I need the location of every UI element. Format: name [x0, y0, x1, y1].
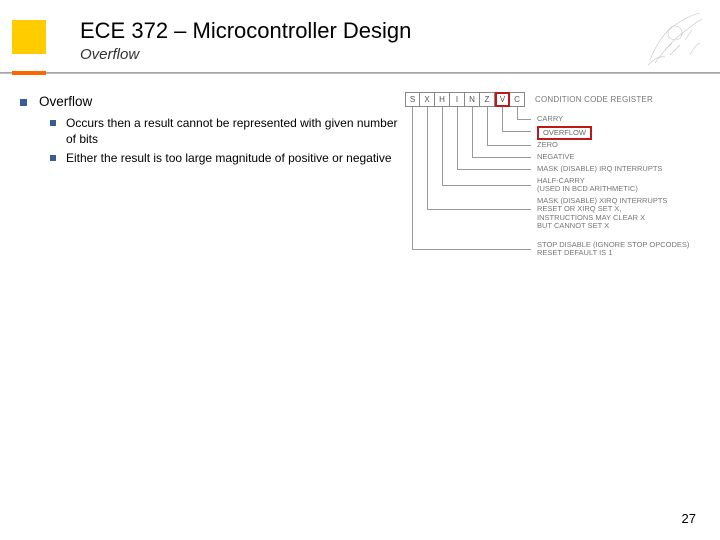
flag-label: CARRY [537, 115, 563, 123]
flag-label: HALF-CARRY (USED IN BCD ARITHMETIC) [537, 177, 638, 194]
accent-square [12, 20, 46, 54]
register-label: CONDITION CODE REGISTER [535, 95, 653, 104]
flag-label: MASK (DISABLE) XIRQ INTERRUPTS RESET OR … [537, 197, 667, 230]
bit-cell: X [420, 92, 435, 107]
bit-cell: C [510, 92, 525, 107]
corner-illustration [640, 5, 710, 73]
slide-title: ECE 372 – Microcontroller Design [80, 18, 720, 44]
flag-label: ZERO [537, 141, 558, 149]
bullet-text: Occurs then a result cannot be represent… [66, 115, 400, 147]
flag-label: STOP DISABLE (IGNORE STOP OPCODES) RESET… [537, 241, 689, 258]
bit-cell: S [405, 92, 420, 107]
list-item: Either the result is too large magnitude… [50, 150, 400, 166]
flag-label: NEGATIVE [537, 153, 574, 161]
divider [0, 72, 720, 74]
flag-label: MASK (DISABLE) IRQ INTERRUPTS [537, 165, 662, 173]
list-item: Overflow [20, 94, 400, 109]
slide-subtitle: Overflow [80, 46, 720, 63]
bit-cell: H [435, 92, 450, 107]
bullet-icon [20, 99, 27, 106]
bullet-icon [50, 120, 56, 126]
bit-cell-highlighted: V [495, 92, 510, 107]
bullet-text: Either the result is too large magnitude… [66, 150, 392, 166]
section-heading: Overflow [39, 94, 92, 109]
divider-accent [12, 71, 46, 75]
content-area: Overflow Occurs then a result cannot be … [20, 94, 400, 170]
register-row: S X H I N Z V C CONDITION CODE REGISTER [405, 92, 705, 107]
bit-cell: I [450, 92, 465, 107]
ccr-diagram: S X H I N Z V C CONDITION CODE REGISTER … [405, 92, 705, 287]
flag-label-highlighted: OVERFLOW [537, 126, 592, 140]
bullet-icon [50, 155, 56, 161]
list-item: Occurs then a result cannot be represent… [50, 115, 400, 147]
page-number: 27 [682, 511, 696, 526]
flag-wires: CARRY OVERFLOW ZERO NEGATIVE MASK (DISAB… [405, 107, 705, 287]
bit-cell: N [465, 92, 480, 107]
bit-cell: Z [480, 92, 495, 107]
header: ECE 372 – Microcontroller Design Overflo… [0, 10, 720, 63]
